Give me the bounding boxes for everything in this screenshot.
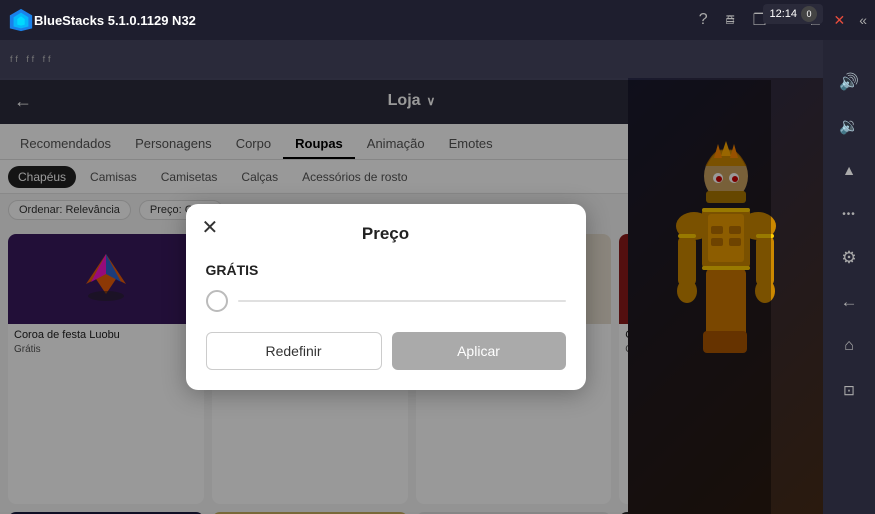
modal-title: Preço — [206, 224, 566, 244]
notification-badge: 0 — [801, 6, 817, 22]
price-slider[interactable] — [238, 300, 566, 302]
bluestacks-logo — [8, 7, 34, 33]
main-area: ff ff ff ← Loja ∨ 🔍 Recomendados Persona… — [0, 40, 823, 514]
reset-button[interactable]: Redefinir — [206, 332, 382, 370]
radio-gratis[interactable] — [206, 290, 228, 312]
volume-up-button[interactable]: 🔊 — [829, 62, 869, 102]
toolbar-dots: ff ff ff — [10, 54, 54, 64]
close-button[interactable]: ✕ — [833, 12, 845, 29]
toolbar: ff ff ff — [0, 40, 823, 78]
modal-option-label: GRÁTIS — [206, 262, 566, 278]
cursor-button[interactable]: ▲ — [829, 150, 869, 190]
modal-radio-row — [206, 290, 566, 312]
right-sidebar: ⤢ 🔊 🔉 ▲ ••• ⚙ ← ⌂ ⊡ — [823, 0, 875, 514]
help-icon[interactable]: ? — [699, 11, 708, 29]
price-modal: ✕ Preço GRÁTIS Redefinir Aplicar — [186, 204, 586, 390]
settings-button[interactable]: ⚙ — [829, 238, 869, 278]
modal-buttons: Redefinir Aplicar — [206, 332, 566, 370]
time-display: 12:14 — [769, 8, 797, 20]
app-title: BlueStacks 5.1.0.1129 N32 — [34, 13, 725, 28]
apply-button: Aplicar — [392, 332, 566, 370]
more-options-button[interactable]: ••• — [829, 194, 869, 234]
sidebar-toggle-button[interactable]: « — [859, 12, 867, 28]
modal-overlay: ✕ Preço GRÁTIS Redefinir Aplicar — [0, 80, 771, 514]
menu-icon[interactable]: ≡ — [726, 11, 735, 29]
screen-nav-button[interactable]: ⊡ — [829, 370, 869, 410]
modal-close-button[interactable]: ✕ — [202, 218, 219, 238]
back-nav-button[interactable]: ← — [829, 282, 869, 322]
volume-down-button[interactable]: 🔉 — [829, 106, 869, 146]
title-bar: BlueStacks 5.1.0.1129 N32 ⌂ ❐ ? ≡ 12:14 … — [0, 0, 875, 40]
home-nav-button[interactable]: ⌂ — [829, 326, 869, 366]
